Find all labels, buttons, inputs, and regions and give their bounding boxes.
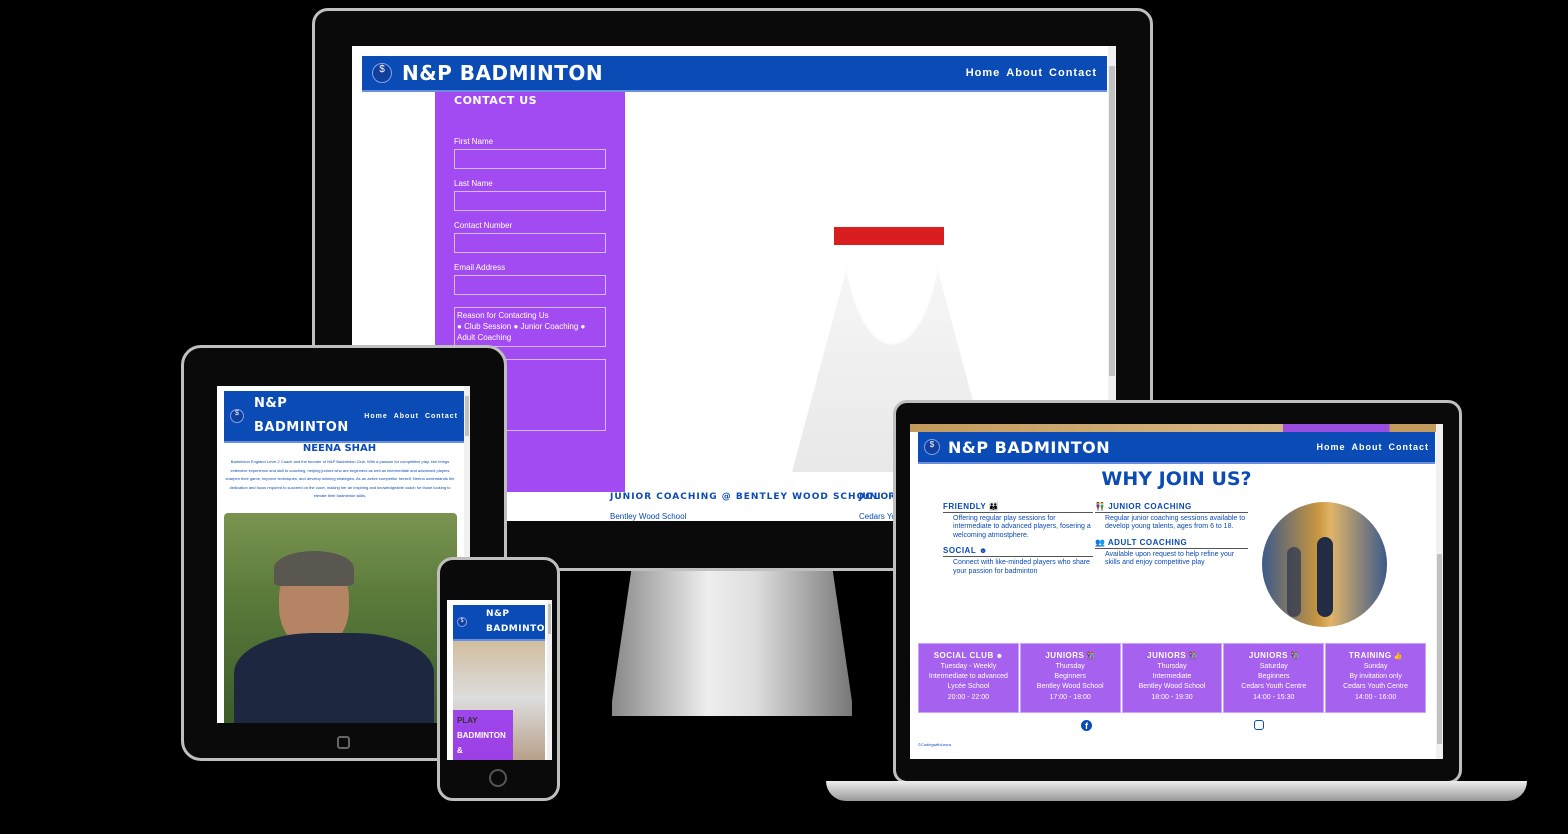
nav-contact[interactable]: Contact bbox=[1389, 442, 1430, 452]
phone-home-button[interactable] bbox=[489, 769, 507, 787]
children-icon: 👫 bbox=[1188, 653, 1197, 660]
logo-icon[interactable]: $ bbox=[230, 409, 244, 423]
venue-title: JUNIOR COACHING @ BENTLEY WOOD SCHOOL bbox=[610, 492, 881, 502]
scrollbar[interactable] bbox=[1436, 424, 1443, 759]
brand-title[interactable]: N&P BADMINTON bbox=[254, 392, 349, 440]
nav-contact[interactable]: Contact bbox=[1049, 67, 1097, 79]
feature-adult-title: 👥 ADULT COACHING bbox=[1095, 538, 1248, 549]
feature-adult-text: Available upon request to help refine yo… bbox=[1105, 550, 1235, 567]
last-name-input[interactable] bbox=[454, 191, 606, 211]
coach-name: NEENA SHAH bbox=[302, 443, 377, 454]
monitor-stand bbox=[612, 571, 852, 716]
nav-contact[interactable]: Contact bbox=[425, 413, 458, 420]
feature-junior-text: Regular junior coaching sessions availab… bbox=[1105, 515, 1246, 531]
first-name-input[interactable] bbox=[454, 149, 606, 169]
laptop-base bbox=[826, 781, 1527, 801]
feature-social-title: SOCIAL ☻ bbox=[943, 546, 1093, 558]
venue-text: Bentley Wood School bbox=[610, 512, 687, 521]
tablet-home-button[interactable] bbox=[337, 736, 350, 749]
venue-text-2: Cedars Yo bbox=[859, 512, 896, 521]
children-icon: 👫 bbox=[1095, 502, 1106, 511]
desktop-navbar: $ N&P BADMINTON Home About Contact bbox=[362, 56, 1107, 92]
brand-title[interactable]: N&P BADMINTON bbox=[486, 607, 552, 637]
nav-home[interactable]: Home bbox=[966, 67, 1001, 79]
coach-bio: Badminton England Level 2 Coach and the … bbox=[225, 459, 455, 498]
smile-icon: ☻ bbox=[995, 653, 1004, 660]
feature-friendly-title: FRIENDLY 👪 bbox=[943, 502, 1093, 513]
people-group-icon: 👪 bbox=[988, 502, 1000, 511]
facebook-icon[interactable]: f bbox=[1081, 720, 1092, 731]
contact-number-input[interactable] bbox=[454, 233, 606, 253]
first-name-label: First Name bbox=[454, 137, 494, 146]
reason-legend: Reason for Contacting Us bbox=[457, 311, 549, 320]
coach-photo bbox=[224, 513, 457, 723]
session-card: JUNIORS 👫 Thursday Beginners Bentley Wood S… bbox=[1019, 643, 1121, 713]
feature-friendly-text: Offering regular play sessions for inter… bbox=[953, 515, 1091, 539]
instagram-icon[interactable] bbox=[1254, 720, 1264, 730]
laptop-screen: $ N&P BADMINTON Home About Contact WHY JOIN… bbox=[910, 424, 1443, 759]
nav-about[interactable]: About bbox=[1352, 442, 1383, 452]
hero-banner: PLAY BADMINTON & bbox=[453, 710, 513, 760]
tablet-screen: $ N&P BADMINTON Home About Contact NEENA SHA… bbox=[217, 386, 470, 723]
feature-social-text: Connect with like-minded players who sha… bbox=[953, 559, 1090, 575]
smile-icon: ☻ bbox=[978, 546, 988, 556]
logo-icon[interactable]: $ bbox=[457, 617, 467, 627]
juniors-photo bbox=[1262, 502, 1387, 627]
nav-home[interactable]: Home bbox=[364, 413, 387, 420]
session-card: JUNIORS 👫 Saturday Beginners Cedars Youth C… bbox=[1223, 643, 1325, 713]
last-name-label: Last Name bbox=[454, 179, 493, 188]
children-icon: 👫 bbox=[1289, 653, 1299, 660]
radio-club-session[interactable]: ● Club Session bbox=[457, 322, 511, 331]
nav-about[interactable]: About bbox=[1006, 67, 1043, 79]
email-label: Email Address bbox=[454, 263, 506, 272]
session-card: TRAINING 👍 Sunday By invitation only Cedars… bbox=[1325, 643, 1426, 713]
scrollbar[interactable] bbox=[547, 600, 552, 760]
session-card: JUNIORS 👫 Thursday Intermediate Bentley Woo… bbox=[1121, 643, 1223, 713]
thumbs-up-icon: 👍 bbox=[1393, 653, 1403, 660]
sessions-grid: SOCIAL CLUB ☻ Tuesday - Weekly Intermediat… bbox=[918, 643, 1426, 713]
footer-copyright: ©CodingwithLeora bbox=[918, 742, 951, 747]
reason-fieldset: Reason for Contacting Us ● Club Session … bbox=[454, 307, 606, 347]
session-card: SOCIAL CLUB ☻ Tuesday - Weekly Intermediat… bbox=[918, 643, 1019, 713]
feature-junior-title: 👫 JUNIOR COACHING bbox=[1095, 502, 1248, 513]
users-icon: 👥 bbox=[1095, 537, 1106, 547]
section-title: WHY JOIN US? bbox=[1101, 468, 1252, 490]
nav-home[interactable]: Home bbox=[1316, 442, 1345, 452]
venue-title-2: JUNIOR bbox=[859, 492, 896, 502]
contact-title: CONTACT US bbox=[454, 94, 538, 107]
logo-icon[interactable]: $ bbox=[372, 63, 392, 83]
phone-screen: $ N&P BADMINTON PLAY BADMINTON & bbox=[447, 600, 552, 760]
brand-title[interactable]: N&P BADMINTON bbox=[948, 438, 1110, 457]
children-icon: 👫 bbox=[1086, 653, 1096, 660]
logo-icon[interactable]: $ bbox=[924, 439, 940, 455]
email-input[interactable] bbox=[454, 275, 606, 295]
radio-junior-coaching[interactable]: ● Junior Coaching bbox=[513, 322, 578, 331]
contact-number-label: Contact Number bbox=[454, 221, 513, 230]
nav-about[interactable]: About bbox=[394, 413, 419, 420]
brand-title[interactable]: N&P BADMINTON bbox=[402, 61, 603, 85]
